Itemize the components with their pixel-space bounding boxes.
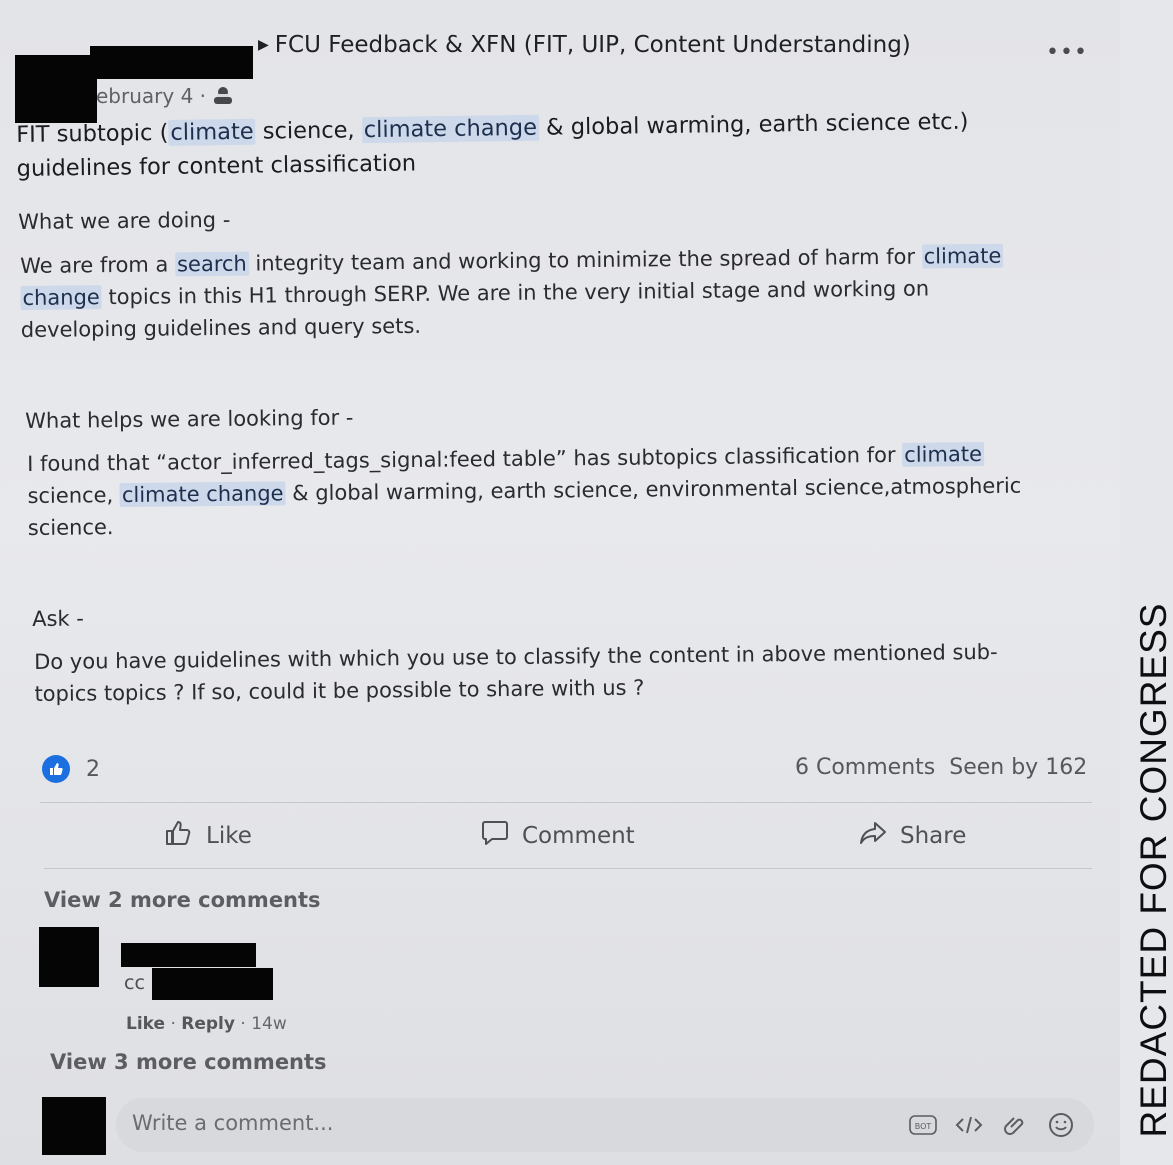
comment-text: cc (124, 972, 145, 994)
search-highlight: climate (921, 243, 1004, 269)
redaction-watermark: REDACTED FOR CONGRESS (1133, 602, 1173, 1138)
redacted-commenter-avatar (39, 927, 99, 987)
redacted-mention (152, 968, 273, 1000)
breadcrumb-arrow-icon: ▶ (258, 37, 269, 53)
search-highlight: climate change (361, 114, 540, 144)
share-button-label: Share (900, 823, 967, 849)
comment-button-label: Comment (522, 823, 635, 849)
comment-like-link[interactable]: Like (126, 1014, 165, 1034)
section-1-heading: What we are doing - (18, 207, 231, 234)
comment-composer[interactable]: BOT (116, 1098, 1094, 1152)
search-highlight: change (20, 285, 102, 310)
section-2-heading: What helps we are looking for - (25, 405, 354, 433)
search-highlight: climate (902, 441, 985, 467)
group-audience-icon (212, 86, 234, 111)
like-button-label: Like (206, 823, 252, 849)
post-more-options-button[interactable]: ••• (1046, 40, 1088, 65)
search-highlight: climate (168, 118, 256, 146)
like-button[interactable]: Like (164, 818, 252, 854)
like-reaction-icon (42, 755, 70, 783)
speech-bubble-icon (480, 818, 510, 854)
share-arrow-icon (858, 818, 888, 854)
section-3-heading: Ask - (32, 606, 85, 631)
view-more-comments-link[interactable]: View 2 more comments (44, 888, 321, 912)
redacted-commenter-name (121, 943, 256, 967)
section-1-body: We are from a search integrity team and … (20, 243, 1004, 342)
redacted-author-name (90, 46, 253, 79)
bot-icon[interactable]: BOT (908, 1110, 938, 1140)
view-more-comments-link[interactable]: View 3 more comments (50, 1050, 327, 1074)
code-snippet-icon[interactable] (954, 1110, 984, 1140)
search-highlight: search (174, 251, 249, 277)
comment-meta: Like · Reply · 14w (126, 1014, 287, 1034)
comment-timestamp[interactable]: 14w (251, 1014, 287, 1034)
actions-bottom-divider (44, 868, 1092, 869)
comments-count-link[interactable]: 6 Comments (795, 755, 935, 780)
post-stats: 6 Comments Seen by 162 (795, 755, 1087, 780)
comment-reply-link[interactable]: Reply (181, 1014, 235, 1034)
post-date[interactable]: ebruary 4 · (96, 84, 234, 111)
actions-top-divider (40, 802, 1092, 803)
seen-by-count[interactable]: Seen by 162 (949, 755, 1087, 780)
attachment-icon[interactable] (1000, 1110, 1030, 1140)
share-button[interactable]: Share (858, 818, 966, 854)
emoji-icon[interactable] (1046, 1110, 1076, 1140)
redacted-author-avatar (15, 55, 97, 123)
post-title: FIT subtopic (climate science, climate c… (16, 105, 969, 186)
svg-text:BOT: BOT (915, 1122, 932, 1131)
redacted-viewer-avatar (42, 1097, 106, 1155)
group-name[interactable]: FCU Feedback & XFN (FIT, UIP, Content Un… (275, 32, 911, 58)
post-date-text[interactable]: ebruary 4 · (96, 84, 206, 108)
section-3-body: Do you have guidelines with which you us… (34, 639, 998, 706)
reactions-summary[interactable]: 2 (42, 755, 100, 783)
search-highlight: climate change (119, 481, 286, 508)
comment-input[interactable] (130, 1110, 734, 1136)
comment-button[interactable]: Comment (480, 818, 635, 854)
section-2-body: I found that “actor_inferred_tags_signal… (27, 441, 1022, 540)
group-breadcrumb[interactable]: ▶ FCU Feedback & XFN (FIT, UIP, Content U… (258, 32, 911, 58)
thumbs-up-icon (164, 818, 194, 854)
reaction-count[interactable]: 2 (86, 757, 100, 782)
